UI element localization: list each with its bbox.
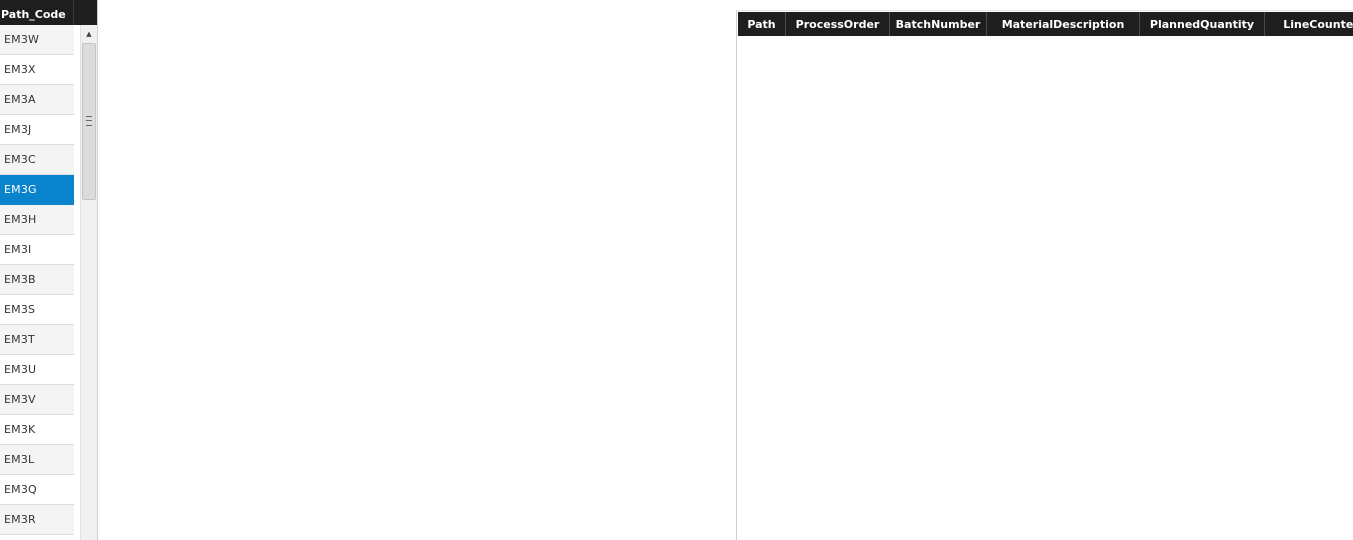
path-code-row[interactable]: EM3L	[0, 445, 74, 475]
path-code-rows: EM3W EM3X EM3A EM3J EM3C EM3G EM3H EM3I EM3B EM3S…	[0, 25, 74, 540]
column-header-processorder[interactable]: ProcessOrder	[786, 12, 890, 36]
path-code-row[interactable]: EM3K	[0, 415, 74, 445]
path-code-grid: Path_Code EM3W EM3X EM3A EM3J EM3C EM3G EM3H EM…	[0, 0, 98, 540]
column-headers: Path ProcessOrder BatchNumber MaterialDescr…	[738, 12, 1353, 36]
path-code-row[interactable]: EM3W	[0, 25, 74, 55]
path-code-row[interactable]: EM3T	[0, 325, 74, 355]
path-code-row[interactable]: EM3I	[0, 235, 74, 265]
path-code-row[interactable]: EM3G	[0, 175, 74, 205]
vertical-scrollbar[interactable]: ▲	[80, 25, 97, 540]
path-code-row[interactable]: EM3B	[0, 265, 74, 295]
path-code-row[interactable]: EM3X	[0, 55, 74, 85]
column-header-linecounter[interactable]: LineCounter	[1265, 12, 1353, 36]
path-code-row[interactable]: EM3A	[0, 85, 74, 115]
column-header-path[interactable]: Path	[738, 12, 786, 36]
path-code-row[interactable]: EM3C	[0, 145, 74, 175]
scroll-up-arrow-icon[interactable]: ▲	[81, 27, 97, 41]
path-code-column-header[interactable]: Path_Code	[0, 0, 74, 25]
scrollbar-thumb[interactable]	[82, 43, 96, 200]
grip-icon	[86, 116, 92, 126]
path-code-row[interactable]: EM3U	[0, 355, 74, 385]
column-header-plannedquantity[interactable]: PlannedQuantity	[1140, 12, 1265, 36]
path-code-row[interactable]: EM3Q	[0, 475, 74, 505]
path-code-row[interactable]: EM3V	[0, 385, 74, 415]
column-header-batchnumber[interactable]: BatchNumber	[890, 12, 987, 36]
path-code-row[interactable]: EM3J	[0, 115, 74, 145]
column-header-materialdescription[interactable]: MaterialDescription	[987, 12, 1140, 36]
path-code-row[interactable]: EM3R	[0, 505, 74, 535]
path-code-header: Path_Code	[0, 0, 97, 25]
path-code-row[interactable]: EM3S	[0, 295, 74, 325]
path-code-row[interactable]: EM3H	[0, 205, 74, 235]
process-order-grid: Path ProcessOrder BatchNumber MaterialDescr…	[736, 10, 1353, 540]
